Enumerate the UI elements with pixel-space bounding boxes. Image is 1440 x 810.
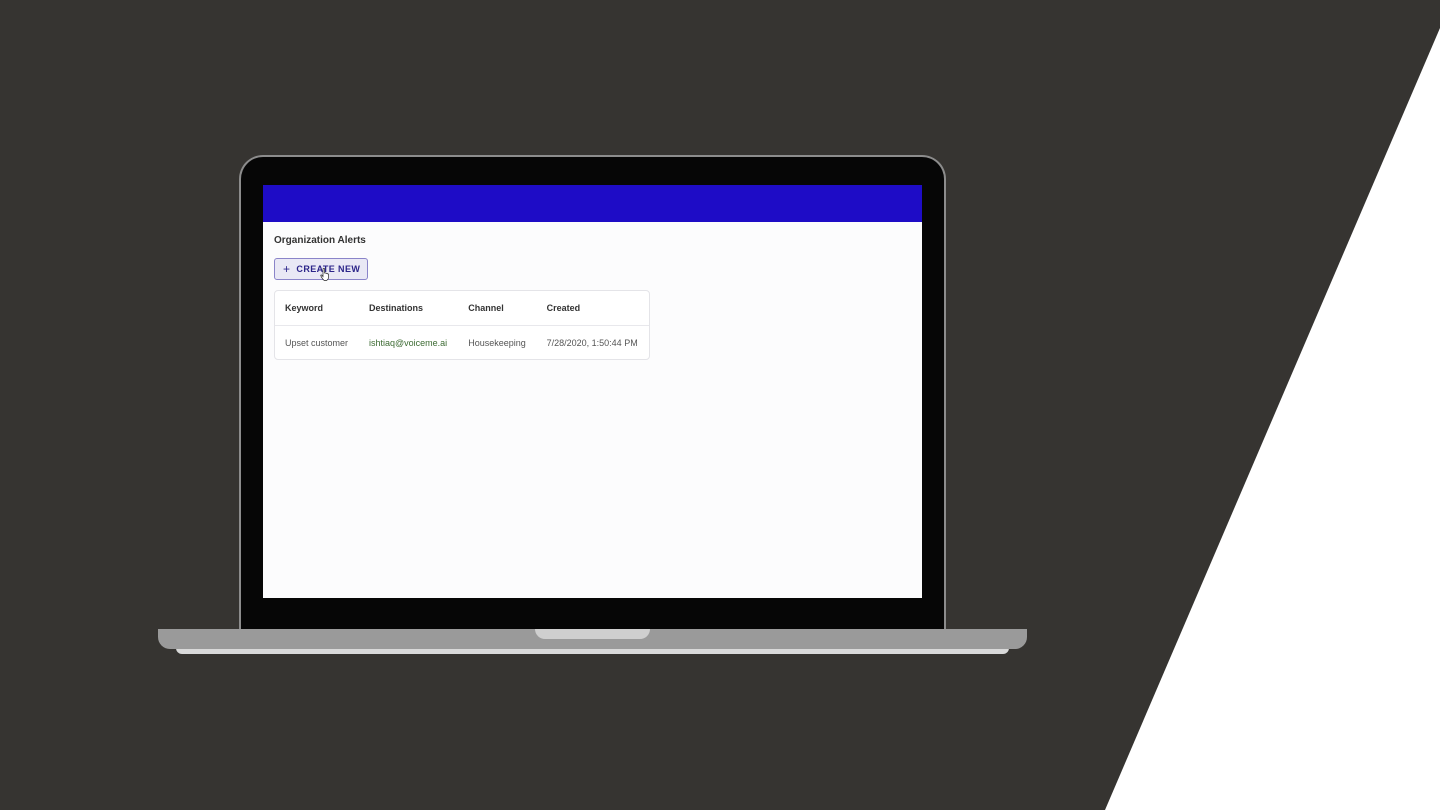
alerts-table: Keyword Destinations Channel Created Ups… <box>274 290 650 360</box>
column-header-destinations[interactable]: Destinations <box>358 291 459 326</box>
cell-created: 7/28/2020, 1:50:44 PM <box>546 337 638 348</box>
column-header-created[interactable]: Created <box>536 291 649 326</box>
cell-destination: ishtiaq@voiceme.ai <box>368 337 448 348</box>
cell-keyword: Upset customer <box>285 337 349 348</box>
page-title: Organization Alerts <box>274 235 366 246</box>
hand-cursor-icon <box>320 268 329 281</box>
laptop-notch <box>535 629 650 639</box>
column-header-keyword[interactable]: Keyword <box>275 291 359 326</box>
plus-icon: + <box>283 262 291 276</box>
table-row[interactable]: Upset customer ishtiaq@voiceme.ai Housek… <box>275 326 649 359</box>
column-header-channel[interactable]: Channel <box>458 291 537 326</box>
app-bar <box>263 185 922 222</box>
app-screen: Organization Alerts + CREATE NEW Keyword… <box>263 185 922 598</box>
table-header-row: Keyword Destinations Channel Created <box>275 291 649 326</box>
cell-channel: Housekeeping <box>468 337 526 348</box>
